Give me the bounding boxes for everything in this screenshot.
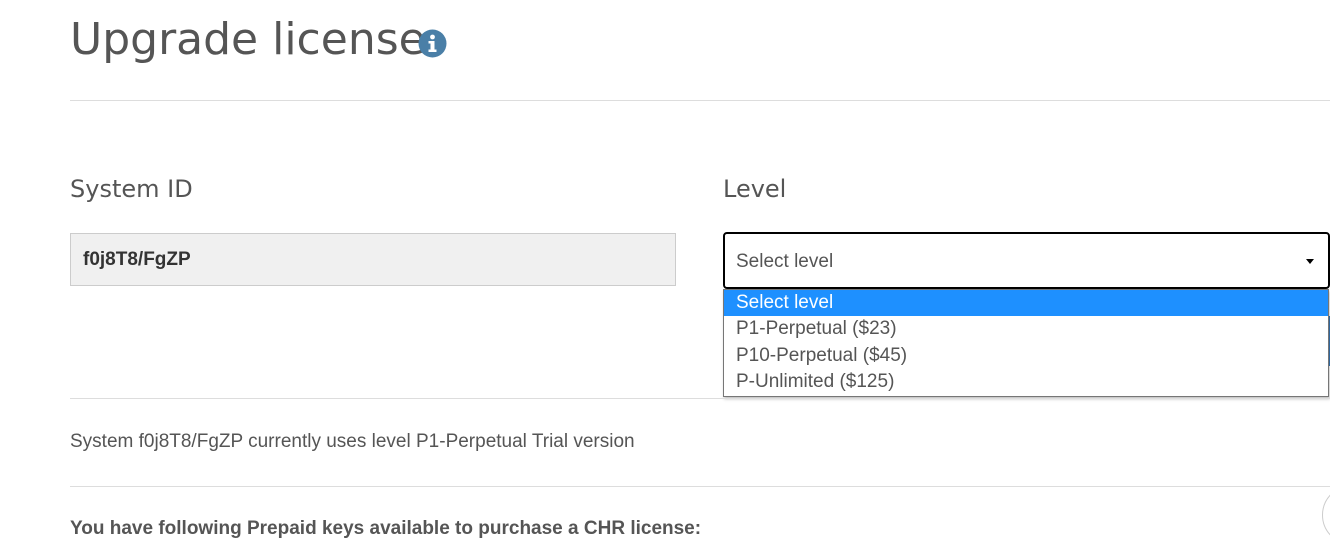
floating-widget[interactable] [1322, 485, 1330, 543]
upgrade-license-page: Upgrade license System ID Level f0j8T8/F… [0, 0, 1330, 543]
status-text: System f0j8T8/FgZP currently uses level … [70, 431, 635, 452]
level-select-value: Select level [736, 251, 834, 272]
level-select[interactable]: Select level [723, 232, 1330, 289]
status-divider [70, 486, 1330, 487]
section-divider [70, 398, 1330, 399]
prepaid-keys-heading: You have following Prepaid keys availabl… [70, 518, 702, 539]
level-dropdown-list: Select level P1-Perpetual ($23) P10-Perp… [723, 289, 1329, 397]
level-option-p1-perpetual[interactable]: P1-Perpetual ($23) [724, 316, 1328, 342]
level-option-p-unlimited[interactable]: P-Unlimited ($125) [724, 369, 1328, 395]
system-id-label: System ID [70, 175, 193, 203]
page-title: Upgrade license [70, 14, 426, 65]
title-divider [70, 100, 1330, 101]
system-id-field: f0j8T8/FgZP [70, 233, 676, 286]
caret-down-icon [1306, 259, 1314, 264]
level-option-select-level[interactable]: Select level [724, 290, 1328, 317]
level-label: Level [723, 175, 787, 203]
info-icon[interactable] [418, 29, 447, 58]
level-option-p10-perpetual[interactable]: P10-Perpetual ($45) [724, 343, 1328, 369]
